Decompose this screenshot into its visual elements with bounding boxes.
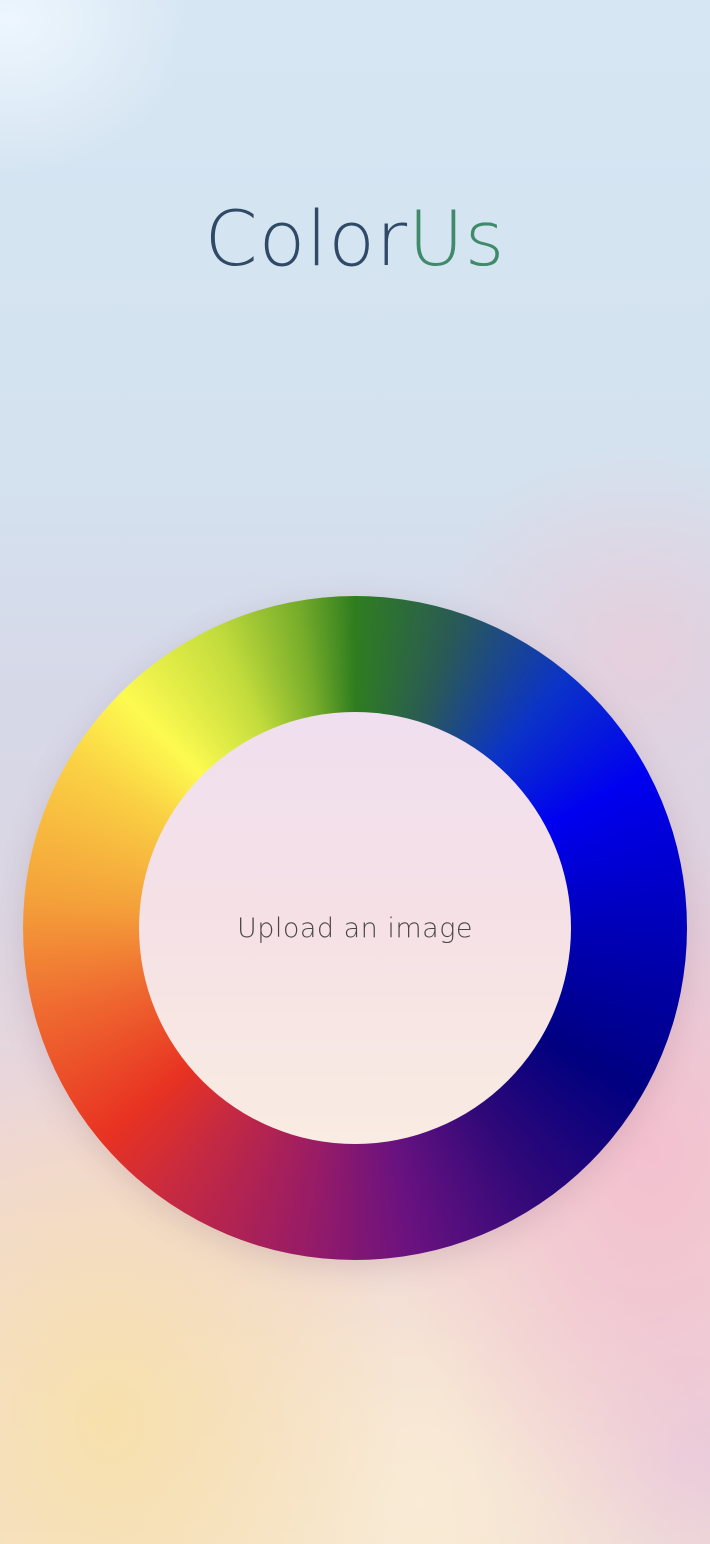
app-title-part2: Us	[408, 193, 506, 283]
upload-image-label: Upload an image	[236, 912, 474, 944]
upload-image-button[interactable]: Upload an image	[139, 712, 571, 1144]
app-title-part1: Color	[204, 193, 409, 283]
app-title: ColorUs	[0, 191, 710, 287]
